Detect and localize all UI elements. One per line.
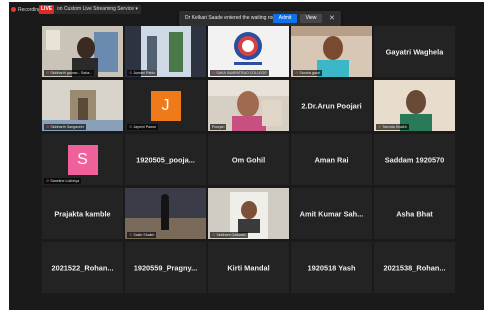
participant-name: Prajakta kamble (54, 209, 111, 218)
participant-name: Om Gohil (231, 155, 266, 164)
participant-avatar: J (150, 90, 181, 121)
participant-name-label: ⊘ Siddharth Sangavekr (44, 124, 86, 130)
participant-name-label: ⊘ Jayshri Pawar (127, 124, 158, 130)
mic-muted-icon: ⊘ (378, 124, 382, 129)
participant-name: Jumani Pablo (133, 71, 156, 75)
live-badge[interactable]: LIVE (39, 5, 55, 14)
live-stream-dropdown[interactable]: on Custom Live Streaming Service ▾ (54, 5, 141, 14)
admit-button[interactable]: Admit (273, 14, 297, 23)
participant-tile[interactable]: J ⊘ Jayshri Pawar (125, 80, 206, 131)
participant-name-label: ⊘ Sakib Shaikh (127, 232, 157, 238)
participant-tile[interactable]: ⊘ Tanvida Shaikh (374, 80, 455, 131)
participant-name: 2021522_Rohan... (51, 263, 114, 272)
live-stream-label: on Custom Live Streaming Service (57, 6, 134, 12)
participant-tile[interactable]: ⊘ Siddhant Gaikwad (208, 188, 289, 239)
mic-muted-icon: ⊘ (129, 232, 133, 237)
participant-name: Gayatri Waghela (385, 47, 444, 56)
participant-tile[interactable]: ⊘ SAKA SAMPATRAO COLLEGE (208, 26, 289, 77)
participant-tile[interactable]: Amit Kumar Sah... (291, 188, 372, 239)
record-dot-icon (11, 7, 16, 12)
participant-name-label: ⊘ Sandra gauri (293, 70, 322, 76)
participant-avatar: S (67, 144, 98, 175)
participant-name-label: ⊘ SAKA SAMPATRAO COLLEGE (210, 70, 269, 76)
participant-tile[interactable]: 1920505_pooja... (125, 134, 206, 185)
waiting-room-message: Dr Kelkari Saade entered the waiting roo… (185, 15, 280, 21)
recording-indicator[interactable]: Recording (11, 5, 41, 14)
close-icon[interactable]: ✕ (329, 14, 335, 23)
participant-name-label: ⊘ Tanvida Shaikh (376, 124, 409, 130)
participant-name: Asha Bhat (396, 209, 433, 218)
participant-tile[interactable]: ⊘ Sakib Shaikh (125, 188, 206, 239)
participant-name: Siddhant Gaikwad (216, 233, 246, 237)
participant-name-label: ⊘ Sanekhe Lokhriya (44, 178, 82, 184)
participant-name: Sakib Shaikh (133, 233, 155, 237)
participant-tile[interactable]: ⊘ Siddharth Sangavekr (42, 80, 123, 131)
participant-name: 1920505_pooja... (136, 155, 195, 164)
participant-tile[interactable]: ⊘ Jumani Pablo (125, 26, 206, 77)
participant-name: Amit Kumar Sah... (299, 209, 364, 218)
participant-name-label: ⊘ Jumani Pablo (127, 70, 158, 76)
participant-name: Poorjari (212, 125, 225, 129)
participant-name: 1920518 Yash (307, 263, 356, 272)
participant-name: SAKA SAMPATRAO COLLEGE (216, 71, 267, 75)
participant-name: 1920559_Pragny... (133, 263, 198, 272)
mic-muted-icon: ⊘ (129, 70, 133, 75)
participant-tile[interactable]: S ⊘ Sanekhe Lokhriya (42, 134, 123, 185)
mic-muted-icon: ⊘ (46, 70, 50, 75)
zoom-window: Recording LIVE on Custom Live Streaming … (9, 2, 484, 310)
participant-name: 2.Dr.Arun Poojari (301, 101, 362, 110)
participant-tile[interactable]: Gayatri Waghela (374, 26, 455, 77)
participant-name-label: ⊘ Siddharth gaurav - Saha... (44, 70, 95, 76)
participant-name: Sandra gauri (299, 71, 320, 75)
participant-name: Saddam 1920570 (384, 155, 445, 164)
mic-muted-icon: ⊘ (46, 124, 50, 129)
participant-tile[interactable]: 1920518 Yash (291, 242, 372, 293)
participant-name: Siddharth Sangavekr (50, 125, 84, 129)
participant-name: Kirti Mandal (227, 263, 270, 272)
participant-name-label: Poorjari (210, 124, 227, 130)
mic-muted-icon: ⊘ (212, 232, 216, 237)
participant-tile[interactable]: Poorjari (208, 80, 289, 131)
mic-muted-icon: ⊘ (129, 124, 133, 129)
participant-tile[interactable]: Prajakta kamble (42, 188, 123, 239)
mic-muted-icon: ⊘ (295, 70, 299, 75)
chevron-down-icon: ▾ (135, 6, 138, 12)
participant-name-label: ⊘ Siddhant Gaikwad (210, 232, 248, 238)
participant-tile[interactable]: 2.Dr.Arun Poojari (291, 80, 372, 131)
participant-name: Jayshri Pawar (133, 125, 156, 129)
participant-tile[interactable]: Asha Bhat (374, 188, 455, 239)
participant-tile[interactable]: Saddam 1920570 (374, 134, 455, 185)
participant-name: 2021538_Rohan... (383, 263, 446, 272)
participant-tile[interactable]: Kirti Mandal (208, 242, 289, 293)
participant-tile[interactable]: ⊘ Siddharth gaurav - Saha... (42, 26, 123, 77)
participant-name: Tanvida Shaikh (382, 125, 407, 129)
waiting-room-notification: Dr Kelkari Saade entered the waiting roo… (179, 11, 341, 26)
participant-name: Sanekhe Lokhriya (50, 179, 80, 183)
view-button[interactable]: View (300, 14, 322, 23)
participant-name: Siddharth gaurav - Saha... (50, 71, 93, 75)
participant-tile[interactable]: Om Gohil (208, 134, 289, 185)
mic-muted-icon: ⊘ (46, 178, 50, 183)
participant-tile[interactable]: 2021522_Rohan... (42, 242, 123, 293)
participant-tile[interactable]: 2021538_Rohan... (374, 242, 455, 293)
participant-tile[interactable]: Aman Rai (291, 134, 372, 185)
participant-name: Aman Rai (314, 155, 349, 164)
recording-label: Recording (18, 6, 41, 13)
mic-muted-icon: ⊘ (212, 70, 216, 75)
participant-tile[interactable]: ⊘ Sandra gauri (291, 26, 372, 77)
participant-tile[interactable]: 1920559_Pragny... (125, 242, 206, 293)
